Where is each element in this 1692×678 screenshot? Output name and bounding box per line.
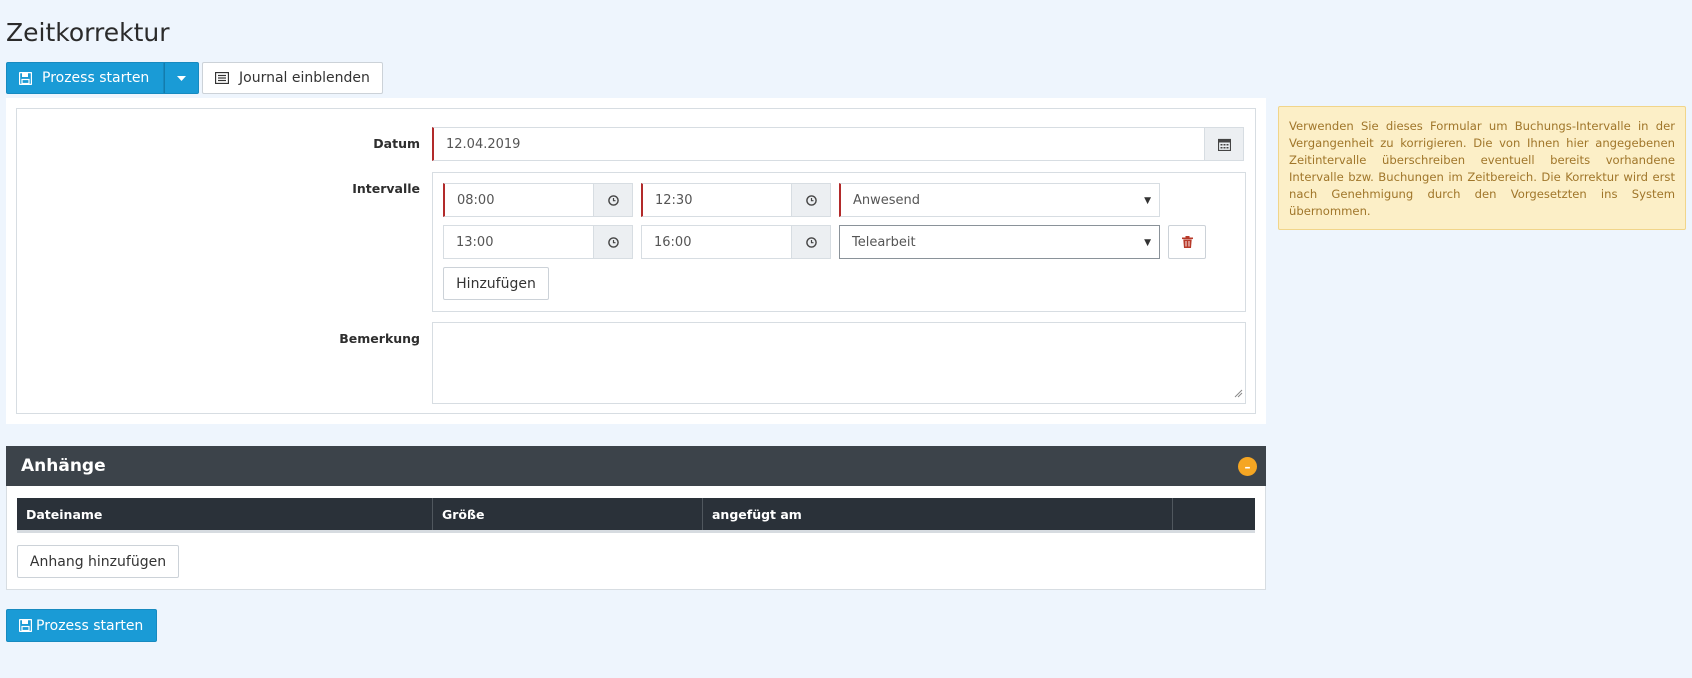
time-picker-button[interactable] xyxy=(791,183,831,217)
date-input[interactable]: 12.04.2019 xyxy=(432,127,1244,161)
attachments-panel: Anhänge – Dateiname Größe angefügt am An… xyxy=(6,446,1266,590)
caret-down-icon xyxy=(177,75,186,81)
column-header-size[interactable]: Größe xyxy=(433,498,703,530)
time-picker-button[interactable] xyxy=(593,183,633,217)
add-attachment-label: Anhang hinzufügen xyxy=(29,553,167,570)
interval-2-to-input[interactable]: 16:00 xyxy=(641,225,831,259)
interval-1-type-select[interactable]: Anwesend ▼ xyxy=(839,183,1160,217)
interval-type-value: Telearbeit xyxy=(852,234,916,250)
journal-toggle-button[interactable]: Journal einblenden xyxy=(202,62,383,94)
save-icon xyxy=(19,71,32,85)
interval-type-value: Anwesend xyxy=(853,192,921,208)
resize-handle-icon[interactable] xyxy=(1234,387,1243,402)
start-process-dropdown-toggle[interactable] xyxy=(164,62,199,94)
attachments-title: Anhänge xyxy=(21,456,106,476)
start-process-footer-button[interactable]: Prozess starten xyxy=(6,609,157,642)
column-header-actions xyxy=(1173,498,1255,530)
interval-to-value: 12:30 xyxy=(655,192,693,208)
interval-1-from-input[interactable]: 08:00 xyxy=(443,183,633,217)
interval-to-value: 16:00 xyxy=(654,234,692,250)
clock-icon xyxy=(805,194,817,206)
time-picker-button[interactable] xyxy=(791,225,831,259)
start-process-footer-label: Prozess starten xyxy=(36,617,144,634)
trash-icon xyxy=(1181,236,1193,248)
date-picker-button[interactable] xyxy=(1204,127,1244,161)
collapse-icon[interactable]: – xyxy=(1238,457,1257,476)
calendar-icon xyxy=(1217,138,1231,151)
journal-toggle-label: Journal einblenden xyxy=(239,70,370,86)
attachments-header: Anhänge – xyxy=(6,446,1266,486)
add-interval-label: Hinzufügen xyxy=(456,275,536,292)
clock-icon xyxy=(607,194,619,206)
list-icon xyxy=(215,72,229,84)
add-attachment-button[interactable]: Anhang hinzufügen xyxy=(17,545,179,578)
column-header-attached-on[interactable]: angefügt am xyxy=(703,498,1173,530)
start-process-button[interactable]: Prozess starten xyxy=(6,62,164,94)
select-arrow-icon: ▼ xyxy=(1144,196,1151,206)
interval-from-value: 13:00 xyxy=(456,234,494,250)
interval-2-type-select[interactable]: Telearbeit ▼ xyxy=(839,225,1160,259)
save-icon xyxy=(19,619,32,632)
interval-1-to-input[interactable]: 12:30 xyxy=(641,183,831,217)
info-alert: Verwenden Sie dieses Formular um Buchung… xyxy=(1278,106,1686,230)
page-title: Zeitkorrektur xyxy=(6,18,170,47)
interval-2-from-input[interactable]: 13:00 xyxy=(443,225,633,259)
clock-icon xyxy=(607,236,619,248)
intervals-label: Intervalle xyxy=(352,181,420,196)
remark-textarea[interactable] xyxy=(432,322,1246,404)
remark-label: Bemerkung xyxy=(339,331,420,346)
delete-interval-button[interactable] xyxy=(1168,225,1206,259)
start-process-label: Prozess starten xyxy=(42,70,150,86)
time-picker-button[interactable] xyxy=(593,225,633,259)
date-value: 12.04.2019 xyxy=(446,136,521,152)
column-header-filename[interactable]: Dateiname xyxy=(17,498,433,530)
select-arrow-icon: ▼ xyxy=(1144,238,1151,248)
date-label: Datum xyxy=(373,136,420,151)
add-interval-button[interactable]: Hinzufügen xyxy=(443,267,549,300)
interval-from-value: 08:00 xyxy=(457,192,495,208)
attachments-table-header: Dateiname Größe angefügt am xyxy=(17,498,1255,533)
clock-icon xyxy=(805,236,817,248)
